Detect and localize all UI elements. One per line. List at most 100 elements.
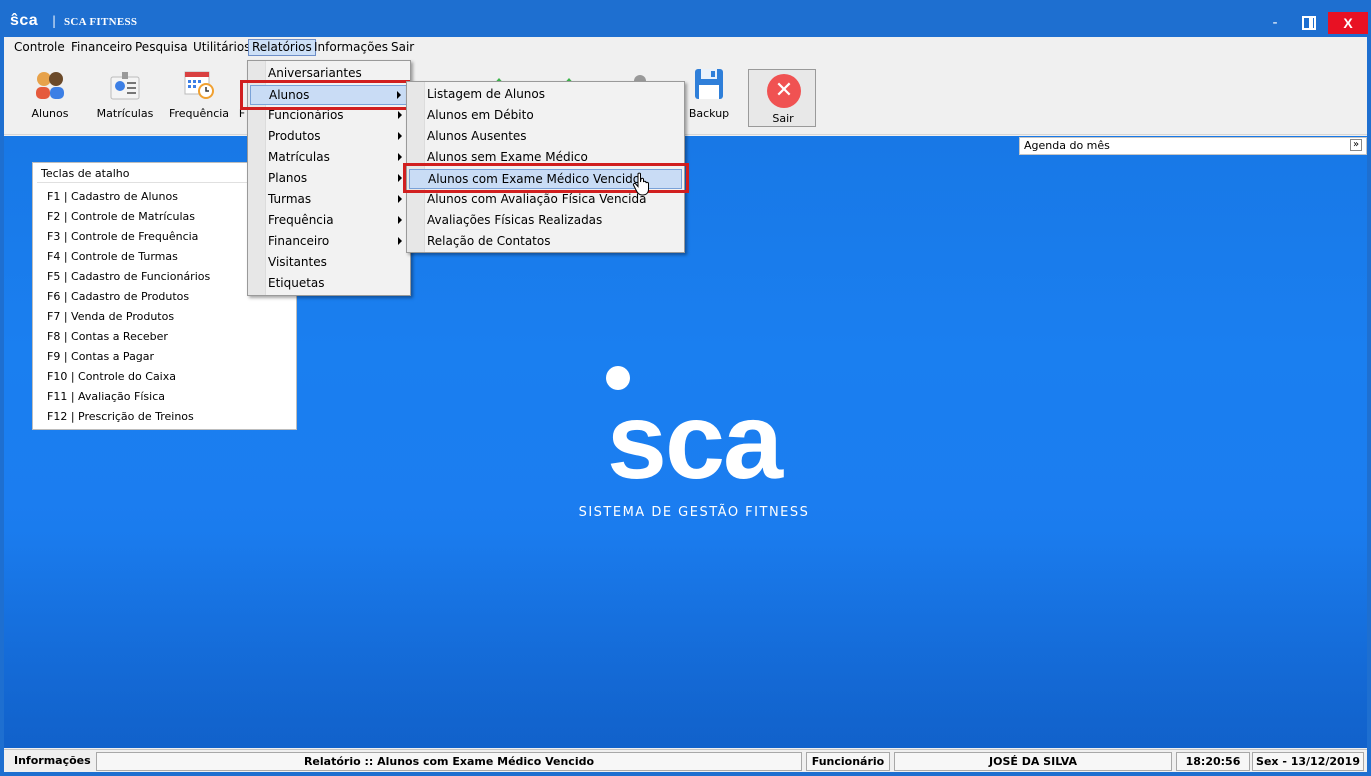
agenda-panel[interactable]: Agenda do mês » [1019,137,1367,155]
calendar-clock-icon [181,67,217,101]
toolbar-matriculas-label: Matrículas [96,107,154,120]
shortcut-item[interactable]: F6 | Cadastro de Produtos [47,290,189,303]
enrollment-icon [107,67,143,101]
menu-item-produtos[interactable]: Produtos [250,127,408,147]
menu-item-label: Alunos com Avaliação Física Vencida [427,192,647,206]
agenda-title: Agenda do mês [1024,139,1110,152]
highlight-alunos-box [240,80,410,110]
menu-sair[interactable]: Sair [388,40,417,57]
shortcut-item[interactable]: F7 | Venda de Produtos [47,310,174,323]
floppy-disk-icon [691,67,727,101]
submenu-item-listagem[interactable]: Listagem de Alunos [409,85,682,105]
menu-relatorios[interactable]: Relatórios [248,39,316,56]
maximize-button[interactable] [1296,12,1322,34]
menu-item-visitantes[interactable]: Visitantes [250,253,408,273]
submenu-arrow-icon [398,111,402,119]
toolbar: Alunos Matrículas Frequência F Backup ✕ … [4,59,1367,135]
menu-item-label: Planos [268,171,308,185]
submenu-arrow-icon [398,216,402,224]
submenu-arrow-icon [398,174,402,182]
app-logo: ŝca [10,12,39,29]
submenu-arrow-icon [398,132,402,140]
toolbar-sair-button[interactable]: ✕ Sair [748,69,816,127]
brand-wordmark: sca [606,380,783,501]
menu-item-label: Alunos sem Exame Médico [427,150,588,164]
hand-cursor-icon [632,172,652,196]
submenu-arrow-icon [398,153,402,161]
background-shade [4,536,1367,748]
menu-controle[interactable]: Controle [11,40,68,57]
menu-item-label: Produtos [268,129,321,143]
shortcut-item[interactable]: F12 | Prescrição de Treinos [47,410,194,423]
window-title: SCA FITNESS [64,16,138,28]
menu-utilitarios[interactable]: Utilitários [190,40,253,57]
menu-item-label: Avaliações Físicas Realizadas [427,213,603,227]
close-button[interactable]: X [1328,12,1368,34]
shortcut-item[interactable]: F1 | Cadastro de Alunos [47,190,178,203]
collapse-chevron-icon[interactable]: » [1350,139,1362,151]
submenu-arrow-icon [398,195,402,203]
status-time: 18:20:56 [1176,752,1250,771]
status-bar: Informações Relatório :: Alunos com Exam… [4,749,1367,772]
menu-item-label: Alunos em Débito [427,108,534,122]
submenu-item-avaliacoes-realizadas[interactable]: Avaliações Físicas Realizadas [409,211,682,231]
minimize-button[interactable]: - [1262,12,1288,34]
close-circle-icon: ✕ [767,74,801,108]
toolbar-matriculas-button[interactable]: Matrículas [94,67,156,120]
menu-item-turmas[interactable]: Turmas [250,190,408,210]
toolbar-alunos-label: Alunos [31,107,69,120]
menu-item-label: Etiquetas [268,276,325,290]
toolbar-frequencia-label: Frequência [168,107,230,120]
shortcut-item[interactable]: F11 | Avaliação Física [47,390,165,403]
status-role-label: Funcionário [806,752,890,771]
menu-item-label: Alunos Ausentes [427,129,527,143]
title-bar: ŝca | SCA FITNESS - X [0,0,1371,37]
brand-tagline: SISTEMA DE GESTÃO FITNESS [578,505,810,520]
brand-logo: sca [564,366,824,516]
toolbar-backup-label: Backup [688,107,730,120]
menu-item-label: Funcionários [268,108,344,122]
status-user: JOSÉ DA SILVA [894,752,1172,771]
shortcut-item[interactable]: F2 | Controle de Matrículas [47,210,195,223]
menu-item-label: Listagem de Alunos [427,87,545,101]
menu-item-label: Visitantes [268,255,327,269]
title-separator: | [52,14,57,28]
shortcut-item[interactable]: F8 | Contas a Receber [47,330,168,343]
menu-item-label: Aniversariantes [268,66,362,80]
menu-item-label: Financeiro [268,234,330,248]
toolbar-sair-label: Sair [772,112,794,125]
status-date: Sex - 13/12/2019 [1252,752,1364,771]
menu-item-label: Frequência [268,213,334,227]
menu-item-label: Turmas [268,192,312,206]
submenu-item-contatos[interactable]: Relação de Contatos [409,232,682,252]
shortcuts-header: Teclas de atalho [41,167,130,180]
shortcut-item[interactable]: F10 | Controle do Caixa [47,370,176,383]
shortcut-item[interactable]: F4 | Controle de Turmas [47,250,178,263]
toolbar-backup-button[interactable]: Backup [686,67,732,120]
restore-icon [1302,16,1316,30]
menu-item-matriculas[interactable]: Matrículas [250,148,408,168]
status-info-label: Informações [14,754,91,767]
status-report: Relatório :: Alunos com Exame Médico Ven… [96,752,802,771]
menu-informacoes[interactable]: Informações [311,40,391,57]
submenu-arrow-icon [398,237,402,245]
menu-item-financeiro[interactable]: Financeiro [250,232,408,252]
menu-financeiro[interactable]: Financeiro [68,40,135,57]
menu-item-label: Matrículas [268,150,330,164]
main-background: Agenda do mês » Teclas de atalho F1 | Ca… [4,136,1367,748]
shortcut-item[interactable]: F9 | Contas a Pagar [47,350,154,363]
brand-dot-icon [606,366,630,390]
menu-bar: Controle Financeiro Pesquisa Utilitários… [4,37,1367,59]
menu-item-label: Relação de Contatos [427,234,551,248]
menu-pesquisa[interactable]: Pesquisa [132,40,191,57]
menu-item-frequencia[interactable]: Frequência [250,211,408,231]
shortcut-item[interactable]: F5 | Cadastro de Funcionários [47,270,210,283]
shortcut-item[interactable]: F3 | Controle de Frequência [47,230,198,243]
submenu-item-debito[interactable]: Alunos em Débito [409,106,682,126]
menu-item-planos[interactable]: Planos [250,169,408,189]
menu-item-etiquetas[interactable]: Etiquetas [250,274,408,294]
toolbar-alunos-button[interactable]: Alunos [28,67,72,120]
toolbar-frequencia-button[interactable]: Frequência [168,67,230,120]
submenu-item-ausentes[interactable]: Alunos Ausentes [409,127,682,147]
students-icon [32,67,68,101]
